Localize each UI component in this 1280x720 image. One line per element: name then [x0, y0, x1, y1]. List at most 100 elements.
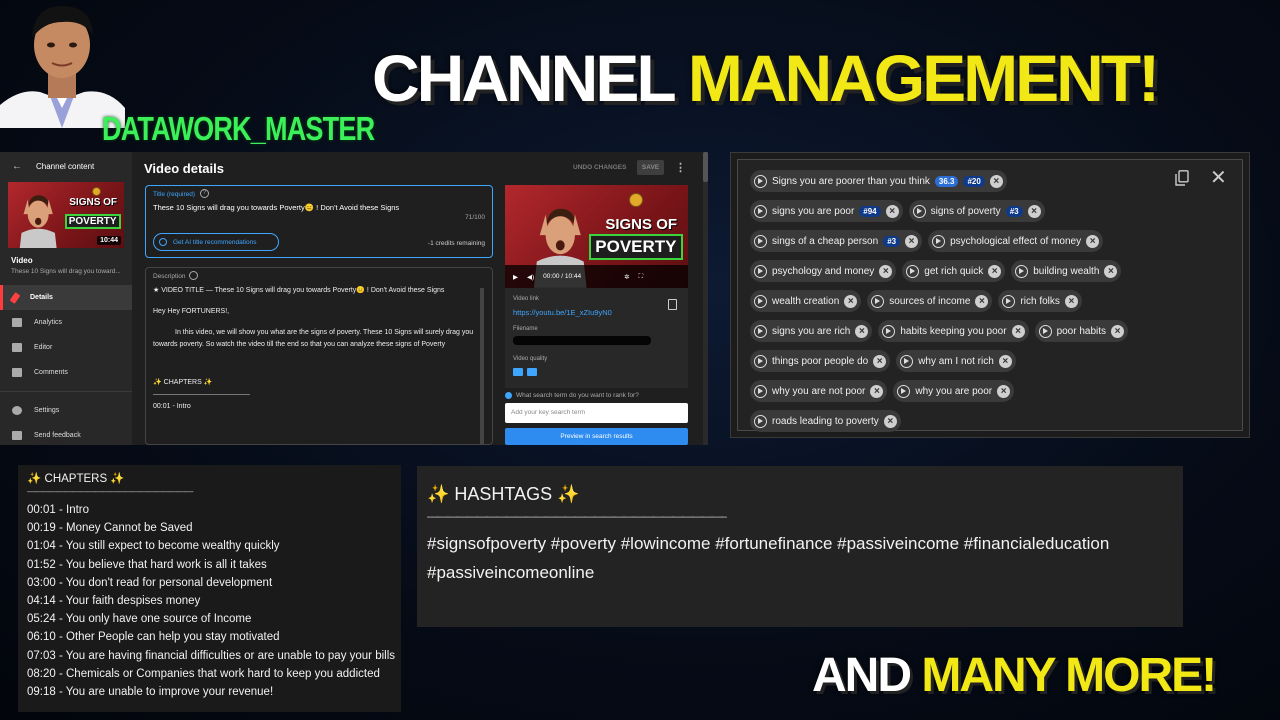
tag-label: signs of poverty	[930, 205, 1001, 217]
play-icon[interactable]: ▶	[513, 273, 518, 281]
video-player[interactable]: SIGNS OF POVERTY ▶ ◀) 00:00 / 10:44 ✲ ⛶	[505, 185, 688, 288]
title-field-value[interactable]: These 10 Signs will drag you towards Pov…	[153, 203, 399, 212]
help-icon[interactable]	[189, 271, 198, 280]
save-button[interactable]: SAVE	[637, 160, 664, 175]
tag-chip-psychological-effect-of-money[interactable]: psychological effect of money ×	[928, 230, 1104, 252]
sidebar-item-details[interactable]: Details	[0, 285, 132, 310]
tag-chip-sings-of-a-cheap-person[interactable]: sings of a cheap person #3 ×	[750, 230, 923, 252]
close-icon[interactable]: ✕	[1210, 168, 1227, 188]
sidebar-item-label: Editor	[34, 344, 53, 351]
tag-label: wealth creation	[772, 295, 840, 307]
video-subtitle: These 10 Signs will drag you toward...	[11, 268, 120, 275]
tag-chip-roads-leading-to-poverty[interactable]: roads leading to poverty ×	[750, 410, 901, 432]
tag-chip-building-wealth[interactable]: building wealth ×	[1011, 260, 1122, 282]
copy-icon[interactable]	[1175, 170, 1189, 186]
video-link-label: Video link	[513, 296, 539, 302]
gear-icon[interactable]: ✲	[624, 273, 629, 281]
tag-rank-badge: #3	[1005, 205, 1023, 217]
chapter-item: 03:00 - You don't read for personal deve…	[27, 576, 273, 589]
remove-tag-icon[interactable]: ×	[1011, 324, 1025, 338]
video-quality-label: Video quality	[513, 356, 548, 362]
play-circle-icon	[754, 384, 767, 398]
sparkle-icon	[159, 238, 167, 246]
tag-chip-psychology-and-money[interactable]: psychology and money ×	[750, 260, 897, 282]
title-field[interactable]: Title (required) ? These 10 Signs will d…	[145, 185, 493, 258]
sidebar-item-feedback[interactable]: Send feedback	[0, 423, 132, 445]
description-field[interactable]: Description ★ VIDEO TITLE — These 10 Sig…	[145, 267, 493, 445]
remove-tag-icon[interactable]: ×	[905, 234, 919, 248]
preview-search-button[interactable]: Preview in search results	[505, 428, 688, 445]
sidebar-item-comments[interactable]: Comments	[0, 360, 132, 385]
play-circle-icon	[912, 204, 926, 218]
play-circle-icon	[1038, 324, 1052, 338]
main-scrollbar-thumb[interactable]	[703, 152, 708, 182]
remove-tag-icon[interactable]: ×	[873, 354, 887, 368]
main-scrollbar[interactable]	[703, 152, 708, 445]
volume-icon[interactable]: ◀)	[527, 273, 534, 281]
play-circle-icon	[882, 324, 896, 338]
thumbnail-signs-text: SIGNS OF	[605, 215, 678, 233]
remove-tag-icon[interactable]: ×	[870, 384, 884, 398]
page-title: Video details	[144, 161, 224, 176]
tag-chip-rich-folks[interactable]: rich folks ×	[998, 290, 1082, 312]
tags-list: Signs you are poorer than you think 36.3 #…	[750, 170, 1150, 432]
tag-chip-sources-of-income[interactable]: sources of income ×	[867, 290, 993, 312]
tag-chip-wealth-creation[interactable]: wealth creation ×	[750, 290, 862, 312]
tag-label: Signs you are poorer than you think	[772, 175, 930, 187]
sidebar-item-settings[interactable]: Settings	[0, 398, 132, 423]
remove-tag-icon[interactable]: ×	[1104, 264, 1118, 278]
remove-tag-icon[interactable]: ×	[988, 264, 1002, 278]
remove-tag-icon[interactable]: ×	[855, 324, 869, 338]
ai-title-button[interactable]: Get AI title recommendations	[153, 233, 279, 251]
tag-chip-why-am-i-not-rich[interactable]: why am I not rich ×	[896, 350, 1016, 372]
back-to-channel-content[interactable]: ← Channel content	[0, 152, 132, 180]
play-circle-icon	[900, 354, 914, 368]
tag-chip-why-you-are-poor[interactable]: why you are poor ×	[893, 380, 1015, 402]
remove-tag-icon[interactable]: ×	[1027, 204, 1041, 218]
keyword-input[interactable]: Add your key search term	[505, 403, 688, 423]
hashtags-divider: ————————————————————————————————————	[427, 509, 727, 523]
tag-chip-poor-habits[interactable]: poor habits ×	[1034, 320, 1129, 342]
more-options-icon[interactable]: ⋮	[675, 161, 686, 174]
analytics-icon	[12, 318, 22, 327]
description-line: In this video, we will show you what are…	[153, 329, 474, 348]
tag-chip-signs-you-are-poorer-than-you-think[interactable]: Signs you are poorer than you think 36.3 #…	[750, 170, 1007, 192]
sidebar-video-thumbnail[interactable]: SIGNS OF POVERTY 10:44	[8, 182, 124, 248]
remove-tag-icon[interactable]: ×	[998, 354, 1012, 368]
tag-chip-habits-keeping-you-poor[interactable]: habits keeping you poor ×	[878, 320, 1029, 342]
play-circle-icon	[897, 384, 911, 398]
remove-tag-icon[interactable]: ×	[844, 294, 858, 308]
credits-remaining: -1 credits remaining	[427, 240, 485, 247]
sidebar-item-analytics[interactable]: Analytics	[0, 310, 132, 335]
help-icon[interactable]: ?	[200, 189, 209, 198]
tag-chip-signs-you-are-poor[interactable]: signs you are poor #94 ×	[750, 200, 903, 222]
description-scrollbar[interactable]	[480, 288, 484, 444]
remove-tag-icon[interactable]: ×	[879, 264, 893, 278]
chapters-divider: ——————————————————————	[27, 486, 194, 496]
remove-tag-icon[interactable]: ×	[997, 384, 1011, 398]
tag-rank-badge: #3	[883, 235, 901, 247]
tag-label: sings of a cheap person	[772, 235, 879, 247]
tag-chip-things-poor-people-do[interactable]: things poor people do ×	[750, 350, 891, 372]
video-link[interactable]: https://youtu.be/1E_xZIu9yN0	[513, 308, 612, 317]
remove-tag-icon[interactable]: ×	[885, 204, 899, 218]
undo-changes-button[interactable]: UNDO CHANGES	[573, 164, 626, 171]
tag-chip-signs-you-are-rich[interactable]: signs you are rich ×	[750, 320, 873, 342]
copy-icon[interactable]	[668, 299, 677, 310]
description-text[interactable]: ★ VIDEO TITLE — These 10 Signs will drag…	[153, 285, 483, 422]
tag-label: sources of income	[889, 295, 971, 307]
tag-chip-why-you-are-not-poor[interactable]: why you are not poor ×	[750, 380, 888, 402]
description-line: 00:01 - Intro	[153, 403, 191, 410]
remove-tag-icon[interactable]: ×	[975, 294, 989, 308]
remove-tag-icon[interactable]: ×	[1086, 234, 1100, 248]
fullscreen-icon[interactable]: ⛶	[639, 273, 644, 281]
tag-label: signs you are poor	[772, 205, 855, 217]
remove-tag-icon[interactable]: ×	[883, 414, 897, 428]
tag-chip-get-rich-quick[interactable]: get rich quick ×	[902, 260, 1006, 282]
remove-tag-icon[interactable]: ×	[989, 174, 1003, 188]
gear-icon	[12, 406, 22, 415]
remove-tag-icon[interactable]: ×	[1064, 294, 1078, 308]
sidebar-item-editor[interactable]: Editor	[0, 335, 132, 360]
remove-tag-icon[interactable]: ×	[1111, 324, 1125, 338]
tag-chip-signs-of-poverty[interactable]: signs of poverty #3 ×	[908, 200, 1045, 222]
